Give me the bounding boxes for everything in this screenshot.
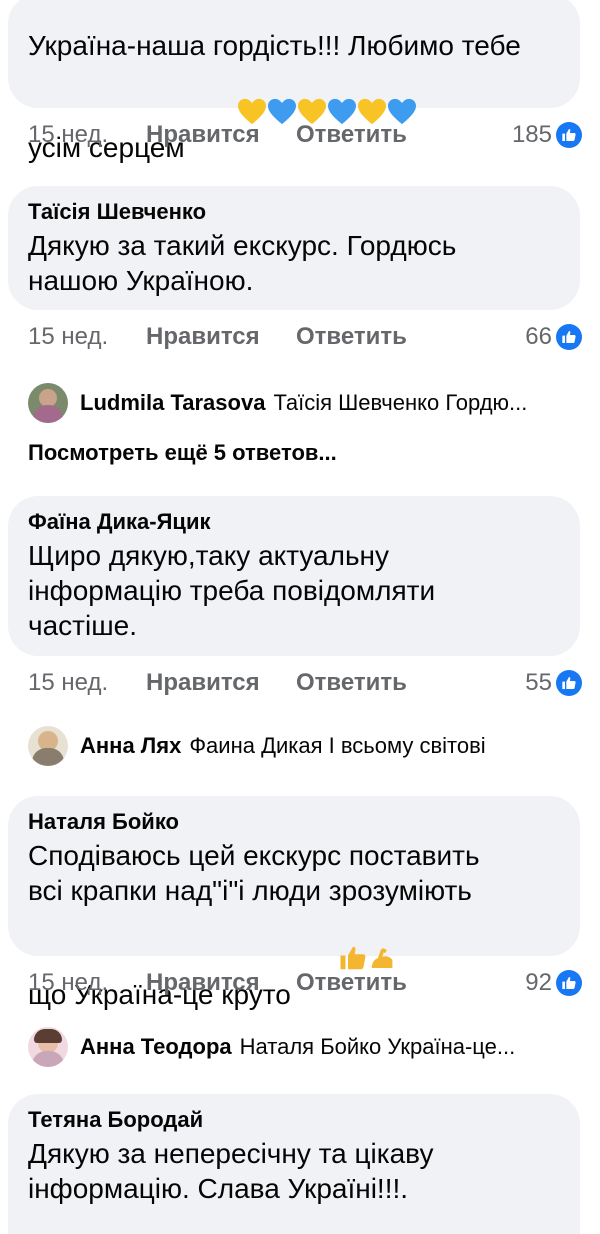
- like-reaction-icon: [556, 670, 582, 696]
- reply-preview[interactable]: Анна Теодора Наталя Бойко Україна-це...: [28, 1027, 580, 1067]
- like-reaction-icon: [556, 970, 582, 996]
- emoji-hearts: [191, 63, 418, 169]
- comment-actions: 15 нед. Нравится Ответить 66: [28, 322, 582, 352]
- reaction-count[interactable]: 92: [525, 969, 582, 997]
- reaction-count[interactable]: 66: [525, 323, 582, 351]
- like-reaction-icon: [556, 122, 582, 148]
- like-count: 66: [525, 323, 552, 350]
- comment-author[interactable]: Таїсія Шевченко: [28, 198, 560, 226]
- comment-actions: 15 нед. Нравится Ответить 185: [28, 120, 582, 150]
- reply-author[interactable]: Анна Теодора: [80, 1034, 232, 1060]
- avatar[interactable]: [28, 383, 68, 423]
- comment-text: Щиро дякую,таку актуальну інформацію тре…: [28, 540, 436, 641]
- reply-button[interactable]: Ответить: [296, 323, 407, 351]
- comment-actions: 15 нед. Нравится Ответить 55: [28, 668, 582, 698]
- comment-bubble: Фаїна Дика-Яцик Щиро дякую,таку актуальн…: [8, 496, 580, 656]
- reply-text: Таїсія Шевченко Гордю...: [273, 390, 528, 415]
- like-count: 55: [525, 669, 552, 696]
- comment-time[interactable]: 15 нед.: [28, 669, 146, 697]
- reply-author[interactable]: Анна Лях: [80, 733, 181, 759]
- comment-bubble: Наталя Бойко Сподіваюсь цей екскурс пост…: [8, 796, 580, 1010]
- comment-text: Дякую за такий екскурс. Гордюсь нашою Ук…: [28, 230, 457, 296]
- comment-time[interactable]: 15 нед.: [28, 121, 146, 149]
- like-button[interactable]: Нравится: [146, 323, 296, 351]
- comment-bubble: Таїсія Шевченко Дякую за такий екскурс. …: [8, 186, 580, 310]
- reply-preview[interactable]: Анна Лях Фаина Дикая І всьому світові: [28, 726, 580, 766]
- reply-button[interactable]: Ответить: [296, 121, 407, 149]
- comment-bubble: Тетяна Бородай Дякую за непересічну та ц…: [8, 1094, 580, 1234]
- comment-bubble: Україна-наша гордість!!! Любимо тебе усі…: [8, 0, 580, 163]
- reply-button[interactable]: Ответить: [296, 669, 407, 697]
- comment-text: Дякую за непересічну та цікаву інформаці…: [28, 1138, 434, 1204]
- avatar[interactable]: [28, 1027, 68, 1067]
- reply-preview[interactable]: Ludmila Tarasova Таїсія Шевченко Гордю..…: [28, 383, 580, 423]
- like-count: 185: [511, 121, 552, 148]
- avatar[interactable]: [28, 726, 68, 766]
- reply-text: Фаина Дикая І всьому світові: [189, 733, 486, 758]
- like-button[interactable]: Нравится: [146, 969, 296, 997]
- like-button[interactable]: Нравится: [146, 121, 296, 149]
- reply-text: Наталя Бойко Україна-це...: [239, 1034, 516, 1059]
- comment-author[interactable]: Наталя Бойко: [28, 808, 560, 836]
- view-more-replies-link[interactable]: Посмотреть ещё 5 ответов...: [28, 440, 337, 466]
- comment-author[interactable]: Фаїна Дика-Яцик: [28, 508, 560, 536]
- reaction-count[interactable]: 185: [512, 121, 582, 149]
- comment-time[interactable]: 15 нед.: [28, 323, 146, 351]
- like-count: 92: [525, 969, 552, 996]
- emoji-thumbs-biceps: [291, 908, 398, 1016]
- comment-actions: 15 нед. Нравится Ответить 92: [28, 968, 582, 998]
- like-button[interactable]: Нравится: [146, 669, 296, 697]
- reaction-count[interactable]: 55: [525, 669, 582, 697]
- reply-button[interactable]: Ответить: [296, 969, 407, 997]
- comment-author[interactable]: Тетяна Бородай: [28, 1106, 560, 1134]
- reply-author[interactable]: Ludmila Tarasova: [80, 390, 265, 416]
- comment-time[interactable]: 15 нед.: [28, 969, 146, 997]
- like-reaction-icon: [556, 324, 582, 350]
